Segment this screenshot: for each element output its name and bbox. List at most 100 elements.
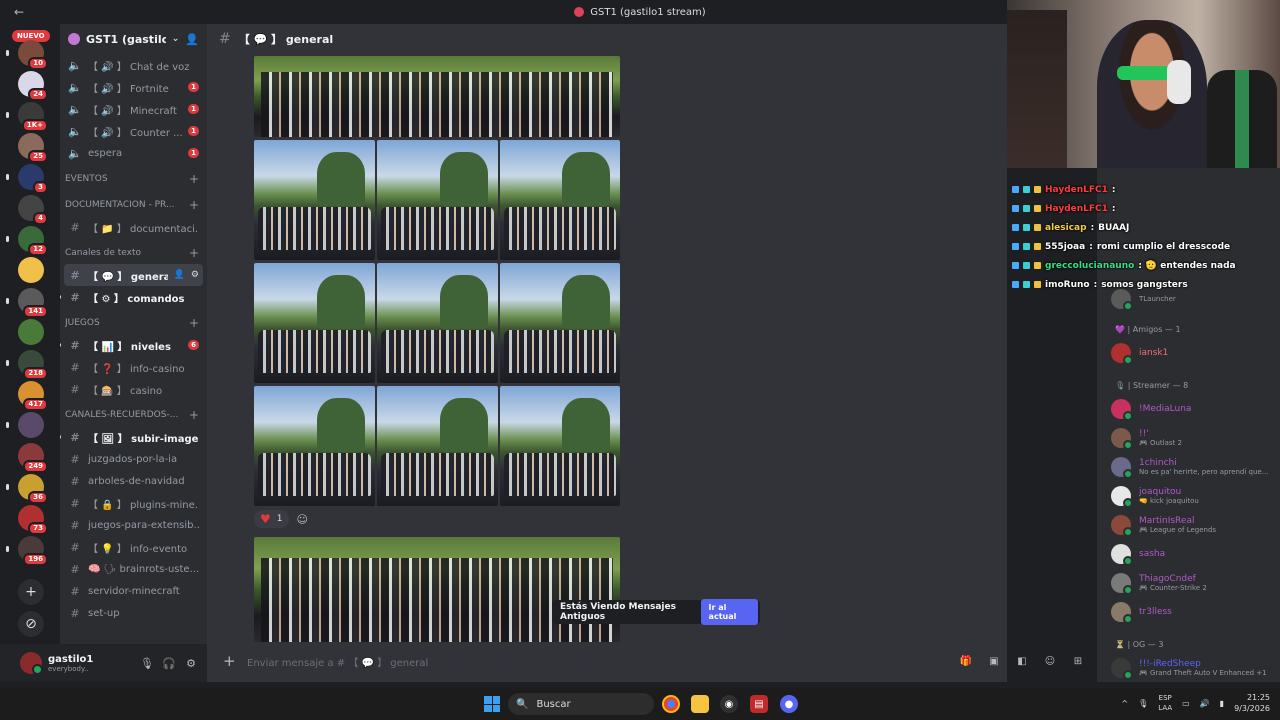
back-arrow-icon[interactable]: ← <box>14 5 24 19</box>
message-image[interactable] <box>377 140 498 260</box>
message-image[interactable] <box>254 140 375 260</box>
server-icon[interactable]: 36 <box>18 474 48 504</box>
text-channel[interactable]: # juzgados-por-la-ia <box>64 448 203 470</box>
add-channel-icon[interactable]: + <box>189 246 199 260</box>
message-image[interactable] <box>500 263 620 383</box>
taskbar-search[interactable]: 🔍 Buscar <box>508 693 654 715</box>
server-icon[interactable] <box>18 257 44 283</box>
member-row[interactable]: iansk1 <box>1111 340 1276 366</box>
gif-icon[interactable]: ▣ <box>985 656 1003 667</box>
message-image[interactable] <box>377 386 498 506</box>
category-recuerdos[interactable]: CANALES-RECUERDOS-... + <box>60 404 207 426</box>
server-icon[interactable]: 417 <box>18 381 48 411</box>
file-explorer-icon[interactable] <box>691 695 709 713</box>
member-row[interactable]: joaquitou 🤜 kick joaquitou <box>1111 483 1276 509</box>
member-row[interactable]: tr3lless <box>1111 599 1276 625</box>
category-juegos[interactable]: JUEGOS + <box>60 312 207 334</box>
member-row[interactable]: MartinIsReal 🎮 League of Legends <box>1111 512 1276 538</box>
server-icon[interactable]: 25 <box>18 133 48 163</box>
voice-channel[interactable]: 🔈 【 🔊 】 Minecraft 1 <box>64 98 203 120</box>
add-channel-icon[interactable]: + <box>189 316 199 330</box>
text-channel[interactable]: # 【 💡 】 info-evento <box>64 536 203 558</box>
server-icon[interactable] <box>18 412 44 438</box>
member-row[interactable]: sasha <box>1111 541 1276 567</box>
channel-info-casino[interactable]: # 【 ❓ 】 info-casino <box>64 356 203 378</box>
server-icon[interactable]: 4 <box>18 195 48 225</box>
member-row[interactable]: ThiagoCndef 🎮 Counter-Strike 2 <box>1111 570 1276 596</box>
message-image[interactable] <box>254 56 620 137</box>
member-row[interactable]: 1chinchi No es pa' herirte, pero aprendí … <box>1111 454 1276 480</box>
chevron-down-icon[interactable]: ⌄ <box>172 34 180 44</box>
emoji-icon[interactable]: ☺ <box>1041 656 1059 667</box>
server-icon[interactable]: 12 <box>18 226 48 256</box>
battery-icon[interactable]: ▮ <box>1220 699 1224 708</box>
avatar[interactable] <box>20 652 43 675</box>
add-channel-icon[interactable]: + <box>189 198 199 212</box>
voice-channel[interactable]: 🔈 espera 1 <box>64 142 203 164</box>
gear-icon[interactable]: ⚙ <box>191 270 199 280</box>
server-icon[interactable]: 196 <box>18 536 48 566</box>
chrome-icon[interactable] <box>662 695 680 713</box>
channel-general[interactable]: # 【 💬 】 general 👤 ⚙ <box>64 264 203 286</box>
server-icon[interactable]: 218 <box>18 350 48 380</box>
speaker-icon[interactable]: 🔊 <box>1200 699 1210 708</box>
server-icon[interactable] <box>18 319 44 345</box>
channel-comandos[interactable]: # 【 ⚙ 】 comandos <box>60 286 203 308</box>
server-icon[interactable]: 73 <box>18 505 48 535</box>
category-eventos[interactable]: EVENTOS + <box>60 168 207 190</box>
server-icon[interactable]: 1K+ <box>18 102 48 132</box>
obs-icon[interactable]: ◉ <box>720 695 738 713</box>
gear-icon[interactable]: ⚙ <box>183 657 199 670</box>
jump-to-present-button[interactable]: Ir al actual <box>700 599 758 625</box>
server-icon[interactable]: 141 <box>18 288 48 318</box>
channel-documentacion[interactable]: # 【 📁 】 documentaci... <box>64 216 203 238</box>
message-image[interactable] <box>500 140 620 260</box>
server-icon[interactable]: 249 <box>18 443 48 473</box>
member-row[interactable]: !!' 🎮 Outlast 2 <box>1111 425 1276 451</box>
member-row[interactable]: !MediaLuna <box>1111 396 1276 422</box>
user-info[interactable]: gastilo1 everybody... <box>48 654 133 673</box>
message-image[interactable] <box>254 263 375 383</box>
chevron-up-icon[interactable]: ^ <box>1121 699 1128 708</box>
add-event-icon[interactable]: + <box>189 172 199 186</box>
category-documentacion[interactable]: DOCUMENTACION - PR... + <box>60 194 207 216</box>
apps-icon[interactable]: ⊞ <box>1069 656 1087 667</box>
voice-channel[interactable]: 🔈 【 🔊 】 Fortnite 1 <box>64 76 203 98</box>
add-channel-icon[interactable]: + <box>189 408 199 422</box>
message-image[interactable] <box>254 537 620 642</box>
channel-niveles[interactable]: # 【 📊 】 niveles 6 <box>60 334 203 356</box>
microphone-icon[interactable]: 🎙 <box>1138 699 1148 708</box>
headphones-icon[interactable]: 🎧 <box>161 657 177 670</box>
server-icon[interactable]: 10 <box>18 40 48 70</box>
text-channel[interactable]: # 【 🖼 】 subir-imagen <box>60 426 203 448</box>
add-server-button[interactable]: + <box>18 579 44 605</box>
message-image[interactable] <box>377 263 498 383</box>
text-channel[interactable]: # juegos-para-extensib... <box>64 514 203 536</box>
discord-icon[interactable]: ● <box>780 695 798 713</box>
text-channel[interactable]: # set-up <box>64 602 203 624</box>
message-image[interactable] <box>500 386 620 506</box>
windows-start-icon[interactable] <box>484 696 500 712</box>
invite-icon[interactable]: 👤 <box>174 270 185 280</box>
attach-plus-icon[interactable]: + <box>223 652 237 670</box>
server-icon[interactable]: 24 <box>18 71 48 101</box>
gift-icon[interactable]: 🎁 <box>957 656 975 667</box>
streaming-app-icon[interactable]: ▤ <box>750 695 768 713</box>
member-row[interactable]: !!!-iRedSheep 🎮 Grand Theft Auto V Enhanc… <box>1111 655 1276 681</box>
add-reaction-icon[interactable]: ☺ <box>297 513 308 526</box>
text-channel[interactable]: # arboles-de-navidad <box>64 470 203 492</box>
clock[interactable]: 21:25 9/3/2026 <box>1234 692 1270 714</box>
channel-casino[interactable]: # 【 🎰 】 casino <box>64 378 203 400</box>
server-icon[interactable]: 3 <box>18 164 48 194</box>
sticker-icon[interactable]: ◧ <box>1013 656 1031 667</box>
invite-people-icon[interactable]: 👤 <box>185 33 199 46</box>
guild-header[interactable]: GST1 (gastilo1 ... ⌄ 👤 <box>60 24 207 54</box>
text-channel[interactable]: # 【 🔒 】 plugins-mine... <box>64 492 203 514</box>
message-input[interactable]: Enviar mensaje a # 【 💬 】 general <box>247 654 947 669</box>
microphone-icon[interactable]: 🎙 <box>139 657 155 670</box>
voice-channel[interactable]: 🔈 【 🔊 】 Counter ... 1 <box>64 120 203 142</box>
language-indicator[interactable]: ESP LAA <box>1158 693 1172 713</box>
voice-channel[interactable]: 🔈 【 🔊 】 Chat de voz <box>64 54 203 76</box>
category-canales-de-texto[interactable]: Canales de texto + <box>60 242 207 264</box>
message-image[interactable] <box>254 386 375 506</box>
